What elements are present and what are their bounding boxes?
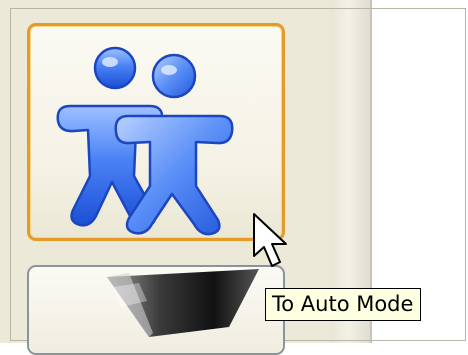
people-icon [56, 46, 234, 236]
filter-button[interactable] [27, 265, 285, 355]
arrow-cursor-icon [253, 213, 287, 267]
tooltip: To Auto Mode [265, 288, 422, 321]
auto-mode-button[interactable] [27, 23, 285, 241]
funnel-icon [107, 269, 259, 337]
